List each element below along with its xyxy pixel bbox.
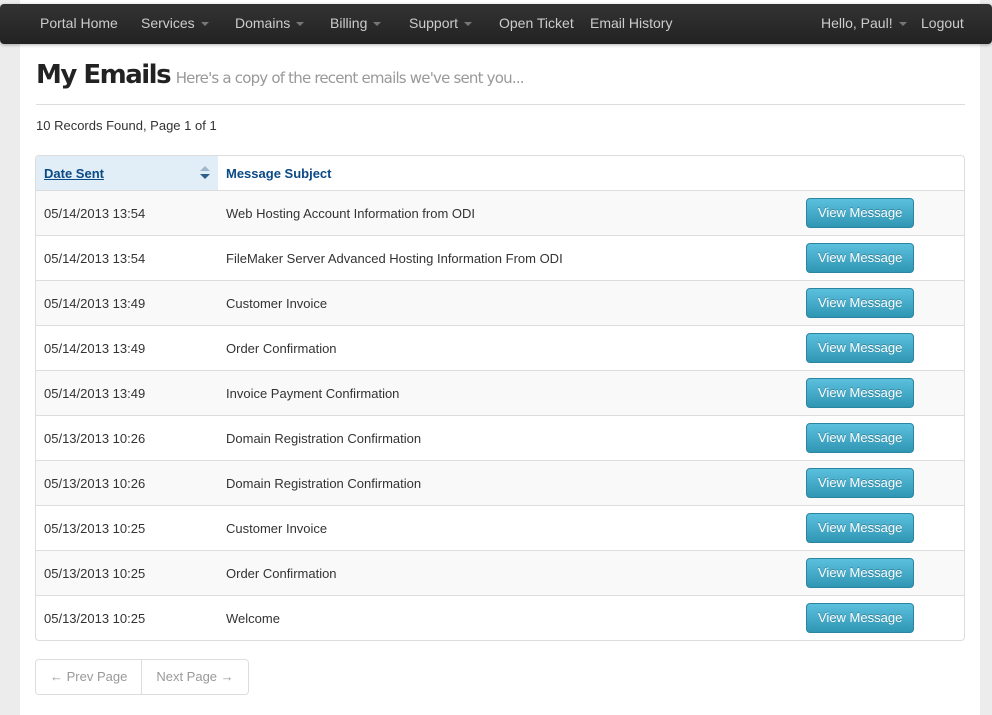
- table-row: 05/14/2013 13:54 FileMaker Server Advance…: [36, 235, 964, 281]
- table-row: 05/14/2013 13:49 Invoice Payment Confirma…: [36, 370, 964, 416]
- date-sent-cell: 05/13/2013 10:25: [36, 505, 218, 551]
- view-message-button[interactable]: View Message: [806, 333, 915, 363]
- nav-label: Domains: [235, 15, 291, 31]
- table-row: 05/14/2013 13:49 Customer Invoice View Mes…: [36, 280, 964, 326]
- date-sent-cell: 05/14/2013 13:49: [36, 370, 218, 416]
- caret-down-icon: [373, 22, 382, 27]
- view-message-button[interactable]: View Message: [806, 468, 915, 498]
- column-actions: [798, 156, 964, 191]
- action-cell: View Message: [798, 235, 964, 281]
- nav-label: Support: [409, 15, 459, 31]
- nav-label: Billing: [330, 15, 368, 31]
- nav-user-menu[interactable]: Hello, Paul!: [821, 4, 907, 44]
- view-message-button[interactable]: View Message: [806, 423, 915, 453]
- action-cell: View Message: [798, 370, 964, 416]
- table-row: 05/13/2013 10:25 Order Confirmation View M…: [36, 550, 964, 596]
- view-message-button[interactable]: View Message: [806, 558, 915, 588]
- subject-cell: Order Confirmation: [218, 325, 798, 371]
- nav-email-history[interactable]: Email History: [590, 4, 672, 44]
- column-message-subject: Message Subject: [218, 156, 798, 191]
- date-sent-cell: 05/14/2013 13:49: [36, 325, 218, 371]
- column-date-sent[interactable]: Date Sent: [36, 156, 218, 191]
- nav-label: Open Ticket: [499, 15, 574, 31]
- emails-table: Date Sent Message Subject 05/14/2013 13:…: [35, 155, 965, 641]
- subject-cell: Customer Invoice: [218, 505, 798, 551]
- table-row: 05/13/2013 10:25 Customer Invoice View Mes…: [36, 505, 964, 551]
- table-row: 05/13/2013 10:26 Domain Registration Conf…: [36, 415, 964, 461]
- action-cell: View Message: [798, 415, 964, 461]
- view-message-button[interactable]: View Message: [806, 603, 915, 633]
- subject-cell: Order Confirmation: [218, 550, 798, 596]
- subject-cell: Web Hosting Account Information from ODI: [218, 190, 798, 236]
- prev-page-button[interactable]: ← Prev Page: [36, 660, 142, 694]
- page-title: My Emails: [36, 60, 172, 90]
- subject-cell: Welcome: [226, 610, 280, 626]
- action-cell: View Message: [798, 280, 964, 326]
- subject-cell: FileMaker Server Advanced Hosting Inform…: [218, 235, 798, 281]
- nav-portal-home[interactable]: Portal Home: [40, 4, 118, 44]
- action-cell: View Message: [798, 460, 964, 506]
- nav-label: Email History: [590, 15, 673, 31]
- subject-cell: Domain Registration Confirmation: [218, 460, 798, 506]
- table-row: 05/13/2013 10:26 Domain Registration Conf…: [36, 460, 964, 506]
- subject-cell: Domain Registration Confirmation: [218, 415, 798, 461]
- date-sent-cell: 05/13/2013 10:26: [36, 460, 218, 506]
- view-message-button[interactable]: View Message: [806, 243, 915, 273]
- sort-icon: [200, 166, 210, 179]
- nav-label: Services: [141, 15, 195, 31]
- view-message-button[interactable]: View Message: [806, 288, 915, 318]
- date-sent-cell: 05/14/2013 13:54: [36, 190, 218, 236]
- caret-down-icon: [296, 22, 305, 27]
- user-greeting: Hello, Paul!: [821, 15, 893, 31]
- action-cell: View Message: [798, 550, 964, 596]
- next-page-button[interactable]: Next Page →: [141, 660, 248, 694]
- nav-label: Portal Home: [40, 15, 118, 31]
- date-sent-cell: 05/13/2013 10:26: [36, 415, 218, 461]
- caret-down-icon: [464, 22, 473, 27]
- subject-cell: Customer Invoice: [218, 280, 798, 326]
- sort-date-sent-link[interactable]: Date Sent: [44, 166, 104, 181]
- header-divider: [36, 104, 965, 105]
- date-sent-cell: 05/14/2013 13:54: [36, 235, 218, 281]
- table-row: 05/14/2013 13:49 Order Confirmation View M…: [36, 325, 964, 371]
- caret-down-icon: [898, 22, 907, 27]
- table-row: 05/13/2013 10:25 Welcome View Message: [36, 596, 964, 641]
- nav-logout[interactable]: Logout: [921, 4, 964, 44]
- caret-down-icon: [200, 22, 209, 27]
- nav-open-ticket[interactable]: Open Ticket: [499, 4, 574, 44]
- nav-support[interactable]: Support: [409, 4, 473, 44]
- view-message-button[interactable]: View Message: [806, 378, 915, 408]
- view-message-button[interactable]: View Message: [806, 513, 915, 543]
- pagination: ← Prev Page Next Page →: [35, 659, 249, 695]
- nav-domains[interactable]: Domains: [235, 4, 305, 44]
- date-sent-cell: 05/13/2013 10:25: [44, 610, 146, 626]
- nav-billing[interactable]: Billing: [330, 4, 382, 44]
- page-subtitle: Here's a copy of the recent emails we've…: [175, 69, 525, 87]
- action-cell: View Message: [798, 325, 964, 371]
- action-cell: View Message: [798, 190, 964, 236]
- records-count: 10 Records Found, Page 1 of 1: [36, 118, 217, 133]
- action-cell: View Message: [798, 505, 964, 551]
- view-message-button[interactable]: View Message: [806, 198, 915, 228]
- table-row: 05/14/2013 13:54 Web Hosting Account Info…: [36, 190, 964, 236]
- table-header-row: Date Sent Message Subject: [36, 156, 964, 191]
- nav-services[interactable]: Services: [141, 4, 209, 44]
- action-cell: View Message: [798, 596, 964, 641]
- nav-label: Logout: [921, 15, 964, 31]
- date-sent-cell: 05/14/2013 13:49: [36, 280, 218, 326]
- page-header: My Emails Here's a copy of the recent em…: [36, 60, 525, 90]
- top-navbar: Portal Home Services Domains Billing Sup…: [0, 4, 992, 44]
- subject-cell: Invoice Payment Confirmation: [218, 370, 798, 416]
- date-sent-cell: 05/13/2013 10:25: [36, 550, 218, 596]
